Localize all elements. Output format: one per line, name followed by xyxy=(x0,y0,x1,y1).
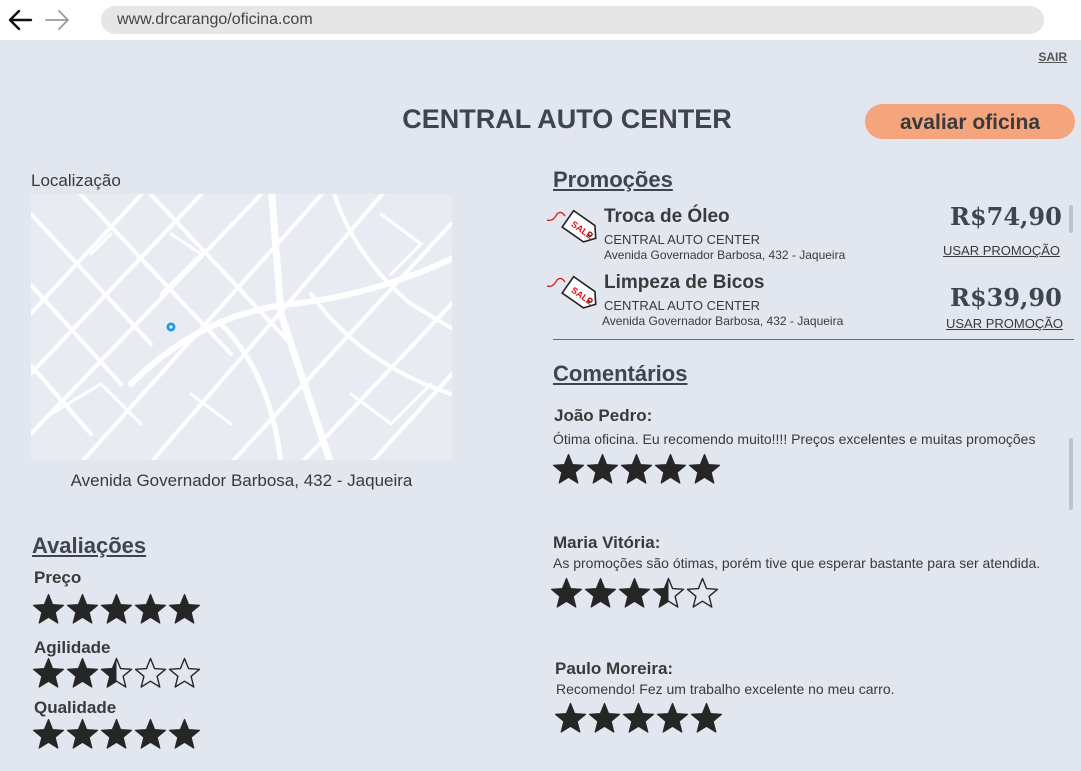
rating-stars-agility xyxy=(32,657,201,690)
location-label: Localização xyxy=(31,171,121,190)
promo-name: Troca de Óleo xyxy=(604,206,730,227)
promo-address: Avenida Governador Barbosa, 432 - Jaquei… xyxy=(602,314,844,328)
star-empty-icon xyxy=(168,657,201,688)
rating-label-quality: Qualidade xyxy=(34,698,117,717)
star-full-icon xyxy=(690,702,723,733)
url-bar[interactable]: www.drcarango/oficina.com xyxy=(101,6,1044,34)
star-full-icon xyxy=(688,453,721,484)
rating-stars-quality xyxy=(32,718,201,751)
sale-tag-icon: SALE xyxy=(546,209,597,243)
back-button[interactable] xyxy=(5,6,35,34)
star-full-icon xyxy=(100,718,133,749)
star-half-icon xyxy=(652,577,685,608)
comments-title: Comentários xyxy=(553,361,688,386)
star-full-icon xyxy=(656,702,689,733)
star-full-icon xyxy=(584,577,617,608)
location-map[interactable] xyxy=(31,194,452,460)
comment-stars xyxy=(550,577,719,610)
promo-address: Avenida Governador Barbosa, 432 - Jaquei… xyxy=(604,248,846,262)
comment-stars xyxy=(554,702,723,735)
location-address: Avenida Governador Barbosa, 432 - Jaquei… xyxy=(70,471,413,490)
location-pin-icon xyxy=(166,322,176,332)
promo-name: Limpeza de Bicos xyxy=(604,272,765,293)
star-full-icon xyxy=(134,593,167,624)
star-full-icon xyxy=(32,593,65,624)
star-full-icon xyxy=(66,657,99,688)
star-full-icon xyxy=(654,453,687,484)
forward-button[interactable] xyxy=(43,6,73,34)
star-full-icon xyxy=(552,453,585,484)
use-promo-link[interactable]: USAR PROMOÇÃO xyxy=(946,316,1063,331)
rating-label-price: Preço xyxy=(34,568,82,587)
sale-tag-icon: SALE xyxy=(546,275,597,309)
rating-label-agility: Agilidade xyxy=(34,638,111,657)
map-streets xyxy=(31,194,452,460)
star-empty-icon xyxy=(134,657,167,688)
promo-shop: CENTRAL AUTO CENTER xyxy=(604,232,761,247)
promo-item: SALE Limpeza de Bicos CENTRAL AUTO CENTE… xyxy=(545,272,1075,332)
comment-author: João Pedro: xyxy=(554,406,653,425)
star-full-icon xyxy=(550,577,583,608)
browser-bar: www.drcarango/oficina.com xyxy=(0,0,1081,40)
star-full-icon xyxy=(618,577,651,608)
promotions-title: Promoções xyxy=(553,167,673,192)
promotions-divider xyxy=(553,339,1074,340)
arrow-left-icon xyxy=(8,9,33,31)
comment-author: Maria Vitória: xyxy=(553,533,661,552)
rating-stars-price xyxy=(32,593,201,626)
comment-text: As promoções são ótimas, porém tive que … xyxy=(553,555,1041,571)
star-full-icon xyxy=(66,718,99,749)
comment-author: Paulo Moreira: xyxy=(555,659,674,678)
rate-shop-button[interactable]: avaliar oficina xyxy=(865,104,1075,139)
star-full-icon xyxy=(168,593,201,624)
promo-shop: CENTRAL AUTO CENTER xyxy=(604,298,761,313)
promo-item: SALE Troca de Óleo CENTRAL AUTO CENTER A… xyxy=(545,202,1075,266)
star-full-icon xyxy=(622,702,655,733)
logout-link[interactable]: SAIR xyxy=(1038,50,1067,64)
comment-stars xyxy=(552,453,721,486)
promotions-scrollbar[interactable] xyxy=(1069,205,1073,233)
comments-scrollbar[interactable] xyxy=(1069,438,1073,510)
promo-price: R$39,90 xyxy=(950,283,1062,312)
star-full-icon xyxy=(66,593,99,624)
star-full-icon xyxy=(554,702,587,733)
star-full-icon xyxy=(134,718,167,749)
url-text: www.drcarango/oficina.com xyxy=(117,11,313,28)
use-promo-link[interactable]: USAR PROMOÇÃO xyxy=(943,243,1060,258)
star-full-icon xyxy=(168,718,201,749)
star-full-icon xyxy=(32,718,65,749)
comment-text: Ótima oficina. Eu recomendo muito!!!! Pr… xyxy=(553,431,1036,447)
star-full-icon xyxy=(100,593,133,624)
star-full-icon xyxy=(32,657,65,688)
comment-text: Recomendo! Fez um trabalho excelente no … xyxy=(556,681,895,697)
ratings-title: Avaliações xyxy=(32,533,147,558)
star-empty-icon xyxy=(686,577,719,608)
star-full-icon xyxy=(586,453,619,484)
star-half-icon xyxy=(100,657,133,688)
star-full-icon xyxy=(588,702,621,733)
star-full-icon xyxy=(620,453,653,484)
promo-price: R$74,90 xyxy=(950,202,1062,231)
arrow-right-icon xyxy=(45,10,69,30)
